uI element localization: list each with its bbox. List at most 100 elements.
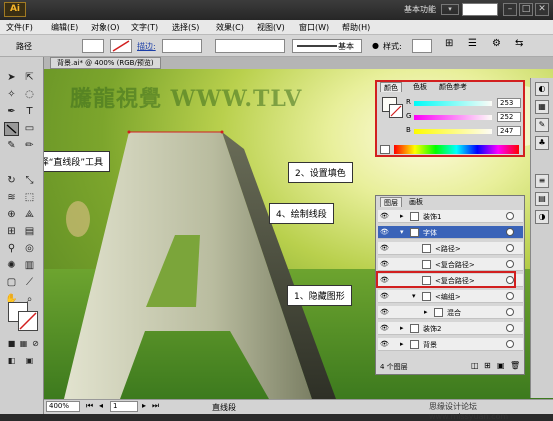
menu-edit[interactable]: 编辑(E) (51, 22, 78, 33)
brushes-panel-icon[interactable]: ✎ (535, 118, 549, 132)
pen-tool-icon[interactable]: ✒ (4, 105, 19, 119)
slice-tool-icon[interactable]: ⟋ (22, 276, 37, 290)
isolate-icon[interactable]: ⇆ (515, 38, 523, 49)
workspace-label[interactable]: 基本功能 (404, 4, 436, 15)
expand-arrow-icon[interactable]: ▸ (424, 308, 428, 316)
scale-tool-icon[interactable]: ⤡ (22, 174, 37, 188)
draw-mode-icon[interactable]: ◧ (4, 354, 19, 368)
screen-mode-icon[interactable]: ▣ (22, 354, 37, 368)
menu-file[interactable]: 文件(F) (6, 22, 33, 33)
gradient-panel-icon[interactable]: ▤ (535, 192, 549, 206)
rectangle-tool-icon[interactable]: ▭ (22, 122, 37, 136)
fill-swatch[interactable] (82, 39, 104, 53)
visibility-eye-icon[interactable]: 👁 (380, 228, 389, 237)
stroke-color-box[interactable] (18, 311, 38, 331)
none-mode-icon[interactable]: ⊘ (28, 337, 43, 351)
layer-row[interactable]: 👁 ▸ 装饰2 (378, 322, 523, 335)
visibility-eye-icon[interactable]: 👁 (380, 260, 389, 269)
perspective-tool-icon[interactable]: ⟁ (22, 208, 37, 222)
stroke-swatch[interactable] (110, 39, 132, 53)
opacity-icon[interactable]: ● (372, 41, 379, 50)
document-setup-icon[interactable]: ⊞ (445, 38, 453, 49)
variable-width-select[interactable] (215, 39, 285, 53)
tab-artboards[interactable]: 画板 (406, 197, 426, 207)
warp-tool-icon[interactable]: ≋ (4, 191, 19, 205)
new-sublayer-icon[interactable]: ⊞ (484, 361, 491, 370)
swatches-panel-icon[interactable]: ▦ (535, 100, 549, 114)
symbols-panel-icon[interactable]: ♣ (535, 136, 549, 150)
target-circle-icon[interactable] (506, 292, 514, 300)
visibility-eye-icon[interactable]: 👁 (380, 324, 389, 333)
transparency-panel-icon[interactable]: ◑ (535, 210, 549, 224)
blend-tool-icon[interactable]: ◎ (22, 242, 37, 256)
layer-row[interactable]: 👁 <复合路径> (378, 258, 523, 271)
delete-layer-icon[interactable]: 🗑 (510, 361, 520, 370)
visibility-eye-icon[interactable]: 👁 (380, 292, 389, 301)
layer-row[interactable]: 👁 ▸ 混合 (378, 306, 523, 319)
stroke-weight-input[interactable] (162, 39, 202, 53)
visibility-eye-icon[interactable]: 👁 (380, 308, 389, 317)
color-panel-icon[interactable]: ◐ (535, 82, 549, 96)
search-input[interactable] (462, 3, 498, 16)
artboard-tool-icon[interactable]: ▢ (4, 276, 19, 290)
menu-object[interactable]: 对象(O) (91, 22, 120, 33)
next-artboard-icon[interactable]: ▸ (142, 401, 146, 410)
expand-arrow-icon[interactable]: ▸ (400, 212, 404, 220)
paintbrush-tool-icon[interactable]: ✎ (4, 139, 19, 153)
graph-tool-icon[interactable]: ▥ (22, 259, 37, 273)
layer-row[interactable]: 👁 ▾ <编组> (378, 290, 523, 303)
direct-selection-tool-icon[interactable]: ⇱ (22, 71, 37, 85)
close-button[interactable]: ✕ (535, 3, 549, 16)
layer-row[interactable]: 👁 ▸ 装饰1 (378, 210, 523, 223)
graphic-style-swatch[interactable] (412, 39, 432, 53)
expand-arrow-icon[interactable]: ▸ (400, 340, 404, 348)
first-artboard-icon[interactable]: ⏮ (86, 401, 93, 411)
last-artboard-icon[interactable]: ⏭ (152, 401, 159, 411)
preferences-icon[interactable]: ☰ (468, 38, 477, 49)
expand-arrow-icon[interactable]: ▾ (400, 228, 404, 236)
gradient-tool-icon[interactable]: ▤ (22, 225, 37, 239)
zoom-select[interactable]: 400% (46, 401, 80, 412)
layer-row[interactable]: 👁 <复合路径> (376, 271, 523, 288)
target-circle-icon[interactable] (506, 324, 514, 332)
target-circle-icon[interactable] (506, 260, 514, 268)
maximize-button[interactable]: □ (519, 3, 533, 16)
layer-row[interactable]: 👁 ▸ 背景 (378, 338, 523, 351)
selection-tool-icon[interactable]: ➤ (4, 71, 19, 85)
stroke-panel-icon[interactable]: ≡ (535, 174, 549, 188)
free-transform-tool-icon[interactable]: ⬚ (22, 191, 37, 205)
expand-arrow-icon[interactable]: ▸ (400, 324, 404, 332)
menu-type[interactable]: 文字(T) (131, 22, 158, 33)
pencil-tool-icon[interactable]: ✏ (22, 139, 37, 153)
expand-arrow-icon[interactable]: ▾ (412, 292, 416, 300)
menu-help[interactable]: 帮助(H) (342, 22, 370, 33)
target-circle-icon[interactable] (506, 340, 514, 348)
layer-row[interactable]: 👁 <路径> (378, 242, 523, 255)
visibility-eye-icon[interactable]: 👁 (380, 244, 389, 253)
tab-layers[interactable]: 图层 (380, 197, 402, 207)
type-tool-icon[interactable]: T (22, 105, 37, 119)
make-clipping-mask-icon[interactable]: ◫ (471, 361, 479, 370)
artboard-number-select[interactable]: 1 (110, 401, 138, 412)
minimize-button[interactable]: – (503, 3, 517, 16)
target-circle-icon[interactable] (506, 244, 514, 252)
workspace-dropdown-button[interactable]: ▾ (441, 4, 459, 15)
shape-builder-tool-icon[interactable]: ⊕ (4, 208, 19, 222)
arrange-icon[interactable]: ⚙ (492, 38, 501, 49)
target-circle-icon[interactable] (506, 228, 514, 236)
layer-row[interactable]: 👁 ▾ 字体 (378, 226, 523, 239)
menu-view[interactable]: 视图(V) (257, 22, 285, 33)
target-circle-icon[interactable] (506, 212, 514, 220)
document-tab[interactable]: 背景.ai* @ 400% (RGB/预览) (50, 57, 161, 69)
new-layer-icon[interactable]: ▣ (497, 361, 505, 370)
eyedropper-tool-icon[interactable]: ⚲ (4, 242, 19, 256)
menu-window[interactable]: 窗口(W) (299, 22, 329, 33)
magic-wand-tool-icon[interactable]: ✧ (4, 88, 19, 102)
menu-effect[interactable]: 效果(C) (216, 22, 244, 33)
visibility-eye-icon[interactable]: 👁 (380, 340, 389, 349)
lasso-tool-icon[interactable]: ◌ (22, 88, 37, 102)
line-segment-tool-icon[interactable] (4, 122, 19, 136)
stroke-label[interactable]: 描边: (137, 41, 156, 52)
target-circle-icon[interactable] (506, 308, 514, 316)
mesh-tool-icon[interactable]: ⊞ (4, 225, 19, 239)
